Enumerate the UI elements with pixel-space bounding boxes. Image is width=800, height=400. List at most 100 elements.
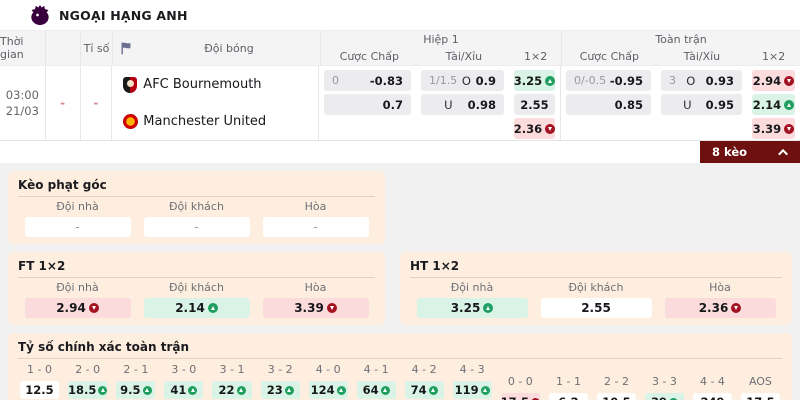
home-team-row[interactable]: AFC Bournemouth xyxy=(112,66,318,103)
ft-handicap-row2[interactable]: 0.85 xyxy=(565,94,651,115)
odds-value: 74 xyxy=(410,383,427,397)
ft-1x2-away[interactable]: 2.14 xyxy=(751,94,795,115)
score-label: 1 - 1 xyxy=(556,375,581,388)
h1-1x2-away[interactable]: 2.55 xyxy=(513,94,555,115)
correct-score-odds-cell[interactable]: 39 xyxy=(644,393,684,400)
corner-draw-cell[interactable]: - xyxy=(262,217,369,237)
correct-score-odds-cell[interactable]: 119 xyxy=(452,381,492,399)
match-time: 03:00 21/03 xyxy=(0,66,45,140)
header-overunder-h1: Tài/Xỉu xyxy=(445,50,483,63)
correct-score-odds-cell[interactable]: 249 xyxy=(692,393,732,400)
correct-score-odds-cell[interactable]: 17.5 xyxy=(500,393,540,400)
ft-away-odds-cell[interactable]: 2.14 xyxy=(143,298,250,318)
correct-score-odds-cell[interactable]: 6.2 xyxy=(549,393,588,400)
trend-up-icon xyxy=(380,385,390,395)
correct-score-odds-cell[interactable]: 23 xyxy=(260,381,300,399)
ft-home-odds-cell[interactable]: 2.94 xyxy=(24,298,131,318)
corner-flag-icon xyxy=(113,41,138,55)
header-handicap-ft: Cược Chấp xyxy=(579,50,639,63)
corner-home-cell[interactable]: - xyxy=(24,217,131,237)
odds-value: 2.14 xyxy=(752,97,782,112)
h1-handicap-row2[interactable]: 0.7 xyxy=(323,94,411,115)
ft-draw-odds-cell[interactable]: 3.39 xyxy=(262,298,369,318)
kickoff-time: 03:00 xyxy=(5,88,39,102)
extra-markets: Kèo phạt góc Đội nhà - Đội khách - Hòa -… xyxy=(0,163,800,400)
odds-value: 41 xyxy=(170,383,187,397)
correct-score-column: 0 - 0 17.5 xyxy=(500,363,540,400)
ft-1x2-home[interactable]: 2.94 xyxy=(751,70,795,91)
correct-score-column: 4 - 311989 xyxy=(452,363,492,400)
odds-value: 3.25 xyxy=(513,73,543,88)
header-half1: Hiệp 1 xyxy=(423,33,459,46)
kickoff-date: 21/03 xyxy=(5,104,39,118)
odds-value: 18.5 xyxy=(67,383,97,397)
ft-under-cell[interactable]: U 0.95 xyxy=(660,94,742,115)
h1-handicap-row1[interactable]: 0 -0.83 xyxy=(323,70,411,91)
handicap-line: 0 xyxy=(331,74,339,87)
trend-up-icon xyxy=(428,385,438,395)
score-label: 0 - 0 xyxy=(507,375,533,388)
header-group-half1: Hiệp 1 Cược Chấp Tài/Xỉu 1×2 xyxy=(320,31,561,65)
corner-away-cell[interactable]: - xyxy=(143,217,250,237)
correct-score-odds-cell[interactable]: 17.5 xyxy=(740,393,780,400)
ft-handicap-row1[interactable]: 0/-0.5 -0.95 xyxy=(565,70,651,91)
h1-1x2-draw[interactable]: 2.36 xyxy=(514,118,556,139)
correct-score-column: 4 - 012459 xyxy=(308,363,348,400)
correct-score-column: 2 - 19.57.6 xyxy=(116,363,156,400)
trend-up-icon xyxy=(483,303,494,313)
correct-score-odds-cell[interactable]: 10.5 xyxy=(596,393,636,400)
h1-over-cell[interactable]: 1/1.5 O 0.9 xyxy=(420,70,504,91)
ft-1x2-section: FT 1×2 Đội nhà 2.94 Đội khách 2.14 Hòa 3… xyxy=(8,252,385,325)
corner-away-header: Đội khách xyxy=(169,200,224,213)
header-1x2-h1: 1×2 xyxy=(523,50,548,63)
correct-score-odds-cell[interactable]: 9.5 xyxy=(116,381,156,399)
h1-1x2-home[interactable]: 3.25 xyxy=(513,70,556,91)
odds-table: Thời gian Tỉ số Đội bóng Hiệp 1 Cược Chấ… xyxy=(0,30,800,141)
correct-score-column: AOS 17.5 xyxy=(740,363,780,400)
correct-score-column: 4 - 16437 xyxy=(356,363,396,400)
odds-value: 0.7 xyxy=(382,97,403,112)
correct-score-odds-cell[interactable]: 22 xyxy=(212,381,252,399)
score-label: 2 - 0 xyxy=(75,363,101,376)
header-1x2-ft: 1×2 xyxy=(762,50,786,63)
correct-score-odds-cell[interactable]: 18.5 xyxy=(67,381,108,399)
trend-down-icon xyxy=(545,123,556,134)
under-label: U xyxy=(683,97,692,112)
correct-score-column: 3 - 12214.5 xyxy=(212,363,252,400)
league-header: NGOẠI HẠNG ANH xyxy=(0,0,800,30)
ou-line: 1/1.5 xyxy=(428,74,458,87)
odds-table-header: Thời gian Tỉ số Đội bóng Hiệp 1 Cược Chấ… xyxy=(0,31,800,65)
away-team-row[interactable]: Manchester United xyxy=(112,103,318,140)
correct-score-odds-cell[interactable]: 12.5 xyxy=(20,381,59,399)
odds-value: 2.94 xyxy=(752,73,782,88)
trend-down-icon xyxy=(784,75,795,86)
away-team-name: Manchester United xyxy=(143,114,267,129)
corner-draw-header: Hòa xyxy=(304,200,327,213)
correct-score-column: 4 - 4 249 xyxy=(692,363,732,400)
ht-home-odds-cell[interactable]: 3.25 xyxy=(416,298,528,318)
ht-away-header: Đội khách xyxy=(568,281,624,294)
ht-away-odds-cell[interactable]: 2.55 xyxy=(540,298,652,318)
h1-under-cell[interactable]: U 0.98 xyxy=(420,94,504,115)
correct-score-title: Tỷ số chính xác toàn trận xyxy=(18,338,782,359)
odds-value: 249 xyxy=(700,395,724,400)
odds-value: -0.95 xyxy=(609,73,643,88)
correct-score-odds-cell[interactable]: 64 xyxy=(356,381,396,399)
odds-group-full: 0/-0.5 -0.95 0.85 3 O 0.93 U 0.95 2.94 2… xyxy=(559,66,800,140)
manutd-badge-icon xyxy=(117,114,143,129)
ft-over-cell[interactable]: 3 O 0.93 xyxy=(660,70,742,91)
correct-score-grid: 1 - 012.5102 - 018.512.52 - 19.57.63 - 0… xyxy=(18,363,782,400)
correct-score-odds-cell[interactable]: 74 xyxy=(404,381,444,399)
keo-collapse-button[interactable]: 8 kèo xyxy=(700,141,800,163)
ht-draw-odds-cell[interactable]: 2.36 xyxy=(664,298,776,318)
over-label: O xyxy=(686,73,696,88)
score-label: 3 - 3 xyxy=(651,375,677,388)
score-label: 4 - 0 xyxy=(315,363,341,376)
odds-value: 64 xyxy=(362,383,379,397)
odds-value: 0.95 xyxy=(705,97,734,112)
ft-1x2-draw[interactable]: 3.39 xyxy=(751,118,795,139)
correct-score-odds-cell[interactable]: 124 xyxy=(308,381,348,399)
trend-up-icon xyxy=(480,385,490,395)
keo-count-label: 8 kèo xyxy=(712,145,748,159)
correct-score-odds-cell[interactable]: 41 xyxy=(164,381,204,399)
